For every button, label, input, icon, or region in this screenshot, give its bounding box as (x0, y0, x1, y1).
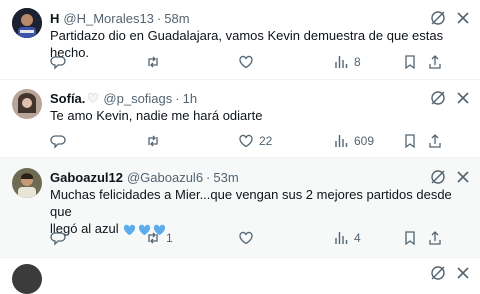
avatar[interactable] (12, 264, 42, 294)
share-button[interactable] (427, 132, 443, 150)
author-name[interactable]: Sofía. (50, 91, 85, 106)
like-button[interactable]: 22 (238, 132, 272, 150)
tweet-2[interactable]: Sofía. @p_sofiags · 1h Te amo Kevin, nad… (0, 80, 480, 158)
author-name[interactable]: H (50, 11, 59, 26)
heart-icon (239, 134, 253, 148)
grok-icon[interactable] (430, 169, 446, 185)
grok-icon[interactable] (430, 10, 446, 26)
avatar[interactable] (12, 168, 42, 198)
retweet-icon (148, 135, 158, 147)
views-count: 8 (354, 55, 361, 69)
retweet-icon (148, 232, 158, 244)
reply-icon (50, 135, 66, 149)
views-button[interactable]: 4 (333, 229, 361, 247)
retweet-button[interactable]: 1 (145, 229, 173, 247)
heart-icon (239, 55, 253, 69)
more-options-icon[interactable] (455, 10, 471, 26)
bookmark-button[interactable] (402, 229, 418, 247)
like-button[interactable] (238, 229, 259, 247)
timestamp[interactable]: 53m (213, 170, 238, 185)
bookmark-button[interactable] (402, 53, 418, 71)
share-icon (429, 134, 441, 148)
like-count: 22 (259, 134, 273, 148)
separator-dot: · (206, 169, 211, 185)
author-handle[interactable]: @p_sofiags (103, 91, 172, 106)
bookmark-icon (405, 55, 415, 70)
like-button[interactable] (238, 53, 259, 71)
views-count: 609 (354, 134, 375, 148)
reply-button[interactable] (50, 229, 71, 247)
bookmark-icon (405, 134, 415, 149)
reply-button[interactable] (50, 53, 71, 71)
author-handle[interactable]: @H_Morales13 (63, 11, 154, 26)
views-button[interactable]: 609 (333, 132, 374, 150)
reply-icon (50, 232, 66, 246)
avatar[interactable] (12, 8, 42, 38)
author-handle[interactable]: @Gaboazul6 (127, 170, 203, 185)
tweet-4-partial[interactable] (0, 258, 480, 294)
avatar[interactable] (12, 89, 42, 119)
views-icon (335, 135, 348, 147)
views-count: 4 (354, 231, 361, 245)
views-icon (335, 232, 348, 244)
reply-button[interactable] (50, 132, 71, 150)
reply-icon (50, 56, 66, 70)
grok-icon[interactable] (430, 90, 446, 106)
heart-icon (239, 231, 253, 245)
retweet-count: 1 (166, 231, 173, 245)
bookmark-icon (405, 231, 415, 246)
grok-icon[interactable] (430, 265, 446, 281)
tweet-text: Te amo Kevin, nadie me hará odiarte (50, 108, 263, 123)
separator-dot: · (156, 10, 162, 26)
separator-dot: · (175, 90, 180, 106)
more-options-icon[interactable] (455, 90, 471, 106)
tweet-3[interactable]: Gaboazul12 @Gaboazul6 · 53m Muchas felic… (0, 158, 480, 258)
retweet-icon (148, 56, 158, 68)
tweet-1[interactable]: H @H_Morales13 · 58m Partidazo dio en Gu… (0, 0, 480, 80)
bookmark-button[interactable] (402, 132, 418, 150)
timestamp[interactable]: 1h (183, 91, 197, 106)
share-button[interactable] (427, 53, 443, 71)
share-button[interactable] (427, 229, 443, 247)
more-options-icon[interactable] (455, 265, 471, 281)
author-name[interactable]: Gaboazul12 (50, 170, 123, 185)
views-button[interactable]: 8 (333, 53, 361, 71)
share-icon (429, 55, 441, 69)
white-heart-emoji (88, 93, 99, 103)
views-icon (335, 56, 348, 68)
more-options-icon[interactable] (455, 169, 471, 185)
tweet-text-line-1: Muchas felicidades a Mier...que vengan s… (50, 187, 452, 219)
retweet-button[interactable] (145, 132, 166, 150)
share-icon (429, 231, 441, 245)
retweet-button[interactable] (145, 53, 166, 71)
timestamp[interactable]: 58m (164, 11, 189, 26)
